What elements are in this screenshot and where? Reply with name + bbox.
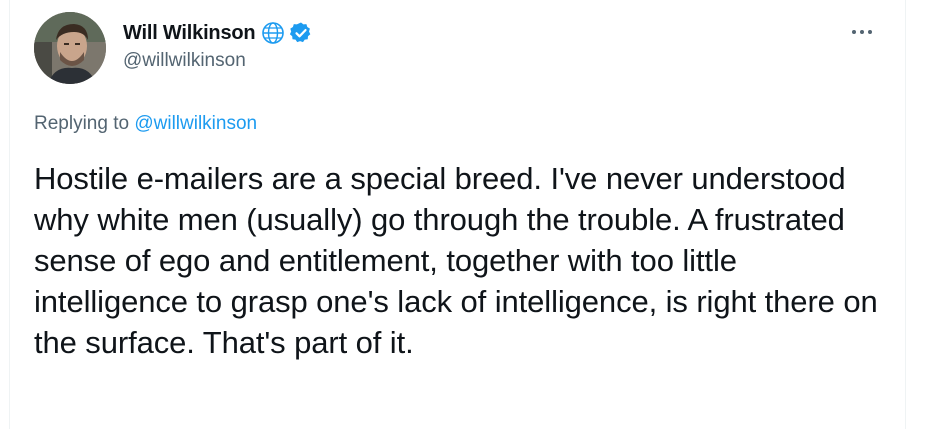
reply-mention-link[interactable]: @willwilkinson: [134, 113, 257, 134]
author-handle[interactable]: @willwilkinson: [123, 50, 246, 72]
avatar-photo: [34, 12, 106, 84]
more-options-button[interactable]: [845, 18, 879, 46]
tweet-text: Hostile e-mailers are a special breed. I…: [34, 161, 878, 360]
author-name[interactable]: Will Wilkinson: [123, 22, 256, 45]
tweet-card: Will Wilkinson @willwilkinson Replying t…: [9, 0, 906, 429]
replying-to-label: Replying to: [34, 113, 130, 134]
globe-icon: [261, 21, 285, 45]
replying-to-line: Replying to @willwilkinson: [34, 113, 257, 135]
author-avatar[interactable]: [34, 12, 106, 84]
more-options-icon: [852, 30, 872, 34]
verified-badge-icon: [289, 21, 313, 45]
author-name-row: Will Wilkinson: [123, 19, 313, 47]
